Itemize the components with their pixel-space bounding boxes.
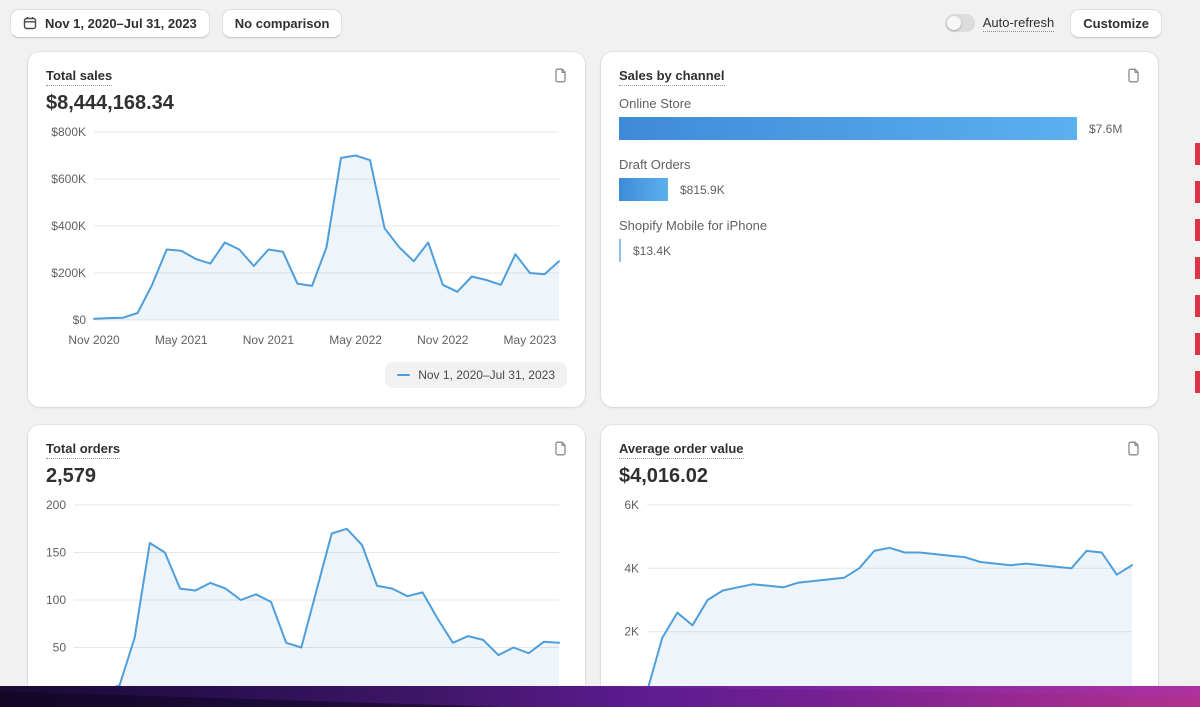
- svg-text:100: 100: [46, 593, 66, 607]
- svg-text:May 2021: May 2021: [155, 333, 208, 347]
- average-order-value-card: Average order value $4,016.02 6K 4K 2K: [601, 425, 1158, 707]
- dashboard-grid: Total sales $8,444,168.34 $800K $600K $400…: [28, 52, 1158, 707]
- total-sales-chart: $800K $600K $400K $200K $0 Nov 2020 May 2021 No…: [51, 125, 560, 347]
- sales-by-channel-header: Sales by channel: [619, 68, 1140, 86]
- svg-text:$800K: $800K: [51, 125, 86, 139]
- total-orders-header: Total orders: [46, 441, 567, 459]
- date-range-button[interactable]: Nov 1, 2020–Jul 31, 2023: [10, 8, 210, 38]
- scrollbar-marker: [1195, 257, 1200, 279]
- svg-text:50: 50: [53, 641, 67, 655]
- legend-label: Nov 1, 2020–Jul 31, 2023: [418, 368, 555, 382]
- svg-text:Nov 2021: Nov 2021: [243, 333, 295, 347]
- report-icon[interactable]: [1127, 441, 1140, 456]
- channel-bar-row: $815.9K: [619, 178, 1140, 201]
- channel-label: Shopify Mobile for iPhone: [619, 218, 768, 233]
- auto-refresh-toggle[interactable]: [944, 14, 975, 32]
- channel-value: $7.6M: [1089, 121, 1123, 136]
- channel-bar-row: $7.6M: [619, 117, 1140, 140]
- channel-row: Online Store $7.6M: [619, 96, 1140, 140]
- channel-bar: [619, 239, 621, 262]
- customize-button[interactable]: Customize: [1070, 8, 1162, 38]
- svg-text:$0: $0: [73, 313, 87, 327]
- svg-text:200: 200: [46, 498, 66, 512]
- svg-text:$200K: $200K: [51, 266, 86, 280]
- scrollbar-marker: [1195, 371, 1200, 393]
- svg-text:150: 150: [46, 546, 66, 560]
- average-order-value-header: Average order value: [619, 441, 1140, 459]
- average-order-value-value: $4,016.02: [619, 465, 708, 487]
- channel-list: Online Store $7.6M Draft Orders $815.9K …: [619, 96, 1140, 262]
- scrollbar-marker: [1195, 143, 1200, 165]
- comparison-label: No comparison: [234, 15, 330, 31]
- scrollbar-marker: [1195, 219, 1200, 241]
- svg-text:$600K: $600K: [51, 172, 86, 186]
- total-sales-header: Total sales: [46, 68, 567, 86]
- channel-value: $815.9K: [680, 182, 725, 197]
- svg-text:$400K: $400K: [51, 219, 86, 233]
- svg-text:May 2022: May 2022: [329, 333, 382, 347]
- svg-text:May 2023: May 2023: [504, 333, 557, 347]
- average-order-value-title[interactable]: Average order value: [619, 441, 744, 459]
- svg-text:Nov 2020: Nov 2020: [68, 333, 120, 347]
- total-sales-card: Total sales $8,444,168.34 $800K $600K $400…: [28, 52, 585, 407]
- channel-bar-row: $13.4K: [619, 239, 1140, 262]
- total-orders-card: Total orders 2,579 200 150 100 50: [28, 425, 585, 707]
- calendar-icon: [23, 16, 37, 30]
- total-orders-title[interactable]: Total orders: [46, 441, 121, 459]
- toggle-knob-icon: [946, 16, 961, 30]
- channel-value: $13.4K: [633, 243, 672, 258]
- channel-bar: [619, 117, 1077, 140]
- report-icon[interactable]: [554, 68, 567, 83]
- total-orders-value: 2,579: [46, 465, 97, 487]
- report-icon[interactable]: [554, 441, 567, 456]
- channel-label: Online Store: [619, 96, 692, 111]
- total-sales-legend-row: Nov 1, 2020–Jul 31, 2023: [46, 362, 567, 388]
- channel-bar: [619, 178, 668, 201]
- svg-text:2K: 2K: [624, 625, 639, 639]
- desktop-wallpaper-strip: [0, 686, 1200, 707]
- svg-text:Nov 2022: Nov 2022: [417, 333, 469, 347]
- scrollbar-marker: [1195, 333, 1200, 355]
- svg-text:4K: 4K: [624, 561, 639, 575]
- total-sales-value: $8,444,168.34: [46, 92, 174, 114]
- report-icon[interactable]: [1127, 68, 1140, 83]
- total-orders-chart: 200 150 100 50: [46, 498, 560, 695]
- legend-pill[interactable]: Nov 1, 2020–Jul 31, 2023: [385, 362, 567, 388]
- date-range-label: Nov 1, 2020–Jul 31, 2023: [45, 15, 197, 31]
- auto-refresh-label[interactable]: Auto-refresh: [982, 15, 1055, 32]
- average-order-value-chart: 6K 4K 2K: [624, 498, 1133, 695]
- channel-row: Draft Orders $815.9K: [619, 157, 1140, 201]
- channel-label: Draft Orders: [619, 157, 691, 172]
- sales-by-channel-title[interactable]: Sales by channel: [619, 68, 725, 86]
- customize-label: Customize: [1083, 15, 1149, 31]
- svg-text:6K: 6K: [624, 498, 639, 512]
- comparison-button[interactable]: No comparison: [221, 8, 343, 38]
- channel-row: Shopify Mobile for iPhone $13.4K: [619, 218, 1140, 262]
- topbar: Nov 1, 2020–Jul 31, 2023 No comparison A…: [0, 0, 1200, 46]
- legend-line-icon: [397, 374, 411, 376]
- scrollbar-marker: [1195, 295, 1200, 317]
- auto-refresh-control: Auto-refresh: [944, 14, 1055, 32]
- analytics-dashboard: { "topbar": { "date_range_label": "Nov 1…: [0, 0, 1200, 707]
- sales-by-channel-card: Sales by channel Online Store $7.6M Draf…: [601, 52, 1158, 407]
- scrollbar-marker: [1195, 181, 1200, 203]
- total-sales-title[interactable]: Total sales: [46, 68, 113, 86]
